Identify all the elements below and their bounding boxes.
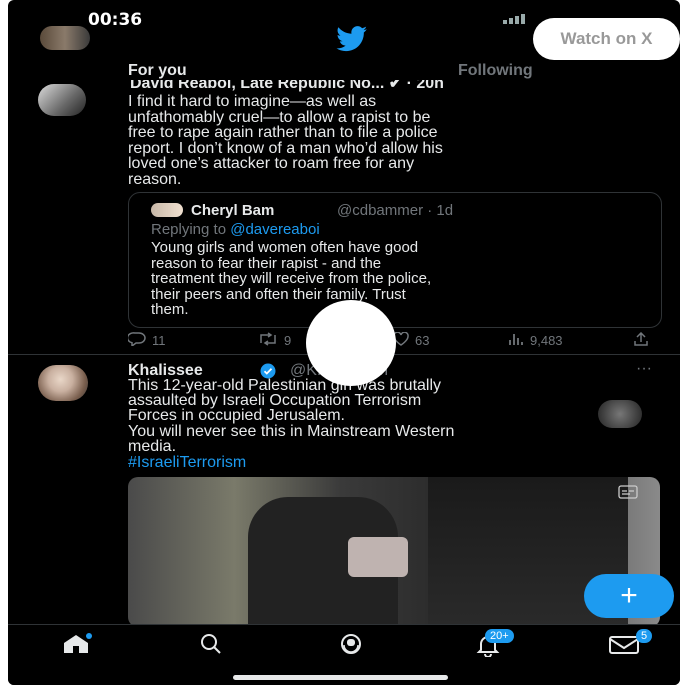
quoted-text: Young girls and women often have good re…: [151, 239, 432, 318]
notifications-badge: 20+: [485, 629, 514, 643]
views-button[interactable]: 9,483: [508, 332, 563, 349]
messages-badge: 5: [636, 629, 653, 643]
compose-tweet-button[interactable]: +: [584, 574, 674, 618]
signal-icon: [503, 14, 525, 24]
mail-icon: [608, 636, 642, 659]
tweet-text: I find it hard to imagine—as well as unf…: [128, 93, 443, 188]
avatar[interactable]: [38, 365, 88, 401]
tab-for-you[interactable]: For you: [128, 62, 187, 80]
avatar: [151, 203, 183, 217]
reply-count: 11: [152, 333, 166, 348]
profile-avatar[interactable]: [40, 26, 90, 50]
plus-icon: +: [620, 579, 638, 612]
more-options-icon[interactable]: ···: [636, 360, 652, 378]
nav-notifications[interactable]: 20+: [473, 629, 514, 662]
media-highlight: [348, 537, 408, 577]
replying-to: Replying to @davereaboi: [151, 221, 320, 238]
reply-button[interactable]: 11: [126, 332, 166, 349]
tweet[interactable]: Khalissee @K...see · 8h ··· This 12-year…: [8, 357, 680, 627]
quoted-author: Cheryl Bam: [191, 202, 275, 219]
twitter-bird-icon[interactable]: [330, 26, 374, 57]
watch-on-x-button[interactable]: Watch on X: [533, 18, 680, 60]
retweet-button[interactable]: 9: [258, 332, 291, 349]
replying-to-link[interactable]: @davereaboi: [230, 221, 319, 238]
share-icon: [633, 331, 649, 349]
quoted-tweet[interactable]: Cheryl Bam @cdbammer · 1d Replying to @d…: [128, 192, 662, 328]
home-icon: [60, 633, 92, 659]
home-indicator[interactable]: [233, 675, 448, 680]
share-button[interactable]: [633, 331, 649, 349]
app-frame: 00:36 Watch on X For you Following David…: [8, 0, 680, 685]
tweet-video[interactable]: [128, 477, 660, 627]
spaces-icon: [336, 634, 366, 659]
caption-icon[interactable]: [618, 485, 638, 504]
nav-search[interactable]: [198, 633, 224, 660]
retweet-count: 9: [284, 333, 292, 348]
floating-assistive-button[interactable]: [598, 400, 642, 428]
nav-spaces[interactable]: [336, 633, 366, 660]
like-count: 63: [415, 333, 430, 348]
quoted-handle: @cdbammer · 1d: [337, 202, 454, 219]
search-icon: [198, 634, 224, 659]
nav-home[interactable]: [60, 633, 92, 660]
tweet-author[interactable]: David Reaboi, Late Republic No... ✔ · 20…: [130, 80, 444, 92]
avatar[interactable]: [38, 84, 86, 116]
redaction-circle: [306, 300, 396, 386]
hashtag-link[interactable]: #IsraeliTerrorism: [128, 454, 246, 472]
status-time: 00:36: [88, 10, 143, 30]
bell-icon: [473, 636, 503, 661]
reply-icon: [126, 332, 146, 349]
nav-messages[interactable]: 5: [608, 629, 653, 660]
retweet-icon: [258, 332, 278, 349]
replying-to-label: Replying to: [151, 221, 231, 238]
views-count: 9,483: [530, 333, 563, 348]
views-icon: [508, 332, 524, 349]
status-icons: [503, 14, 525, 24]
like-button[interactable]: 63: [393, 331, 430, 349]
tab-following[interactable]: Following: [458, 62, 533, 80]
tweet-text: This 12-year-old Palestinian girl was br…: [128, 377, 455, 455]
